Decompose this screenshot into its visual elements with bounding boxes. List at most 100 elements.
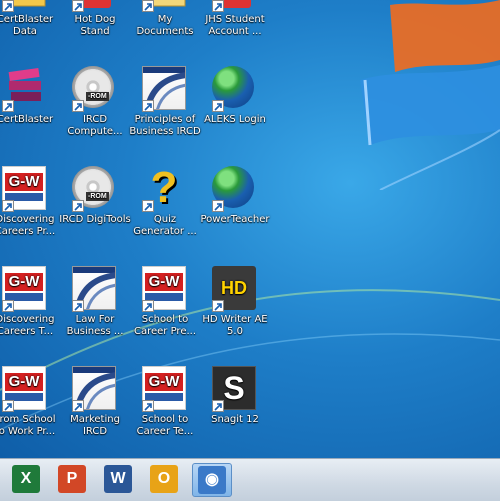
shortcut-arrow-icon xyxy=(142,400,154,412)
desktop-icon[interactable]: Marketing IRCD xyxy=(59,366,131,438)
desktop-icon-label: Hot Dog Stand xyxy=(74,14,116,37)
desktop-icon-label: CertBlaster xyxy=(0,114,54,125)
hd-writer-icon: HD xyxy=(212,266,258,312)
book-icon xyxy=(72,266,118,312)
desktop: CertBlaster Data Hot Dog Stand My Document… xyxy=(0,0,500,458)
desktop-icon-label: IRCD Compute... xyxy=(67,114,123,137)
gw-publisher-icon: G-W xyxy=(2,166,48,212)
book-icon xyxy=(72,366,118,412)
desktop-icon[interactable]: JHS Student Account ... xyxy=(199,0,271,38)
shortcut-arrow-icon xyxy=(142,0,154,12)
desktop-icon[interactable]: CertBlaster xyxy=(0,66,61,126)
desktop-icon-label: Quiz Generator ... xyxy=(133,214,197,237)
desktop-icon-label: PowerTeacher xyxy=(200,214,270,225)
desktop-icon-label: Discovering Careers Pr... xyxy=(0,214,56,237)
taskbar-button-excel[interactable]: X xyxy=(6,463,46,497)
gw-publisher-icon: G-W xyxy=(142,366,188,412)
desktop-icon[interactable]: G-W Discovering Careers Pr... xyxy=(0,166,61,238)
taskbar-button-powerpoint[interactable]: P xyxy=(52,463,92,497)
gw-text: G-W xyxy=(145,273,183,291)
desktop-icon-label: HD Writer AE 5.0 xyxy=(202,314,268,337)
rom-text: -ROM xyxy=(86,192,109,201)
excel-icon: X xyxy=(12,465,40,493)
desktop-icon-label: School to Career Te... xyxy=(136,414,194,437)
question-mark-icon: ? xyxy=(142,166,188,212)
gw-text: G-W xyxy=(145,373,183,391)
desktop-icon-label: CertBlaster Data xyxy=(0,14,54,37)
taskbar-button-eye[interactable]: ◉ xyxy=(192,463,232,497)
gw-text: G-W xyxy=(5,173,43,191)
taskbar-button-word[interactable]: W xyxy=(98,463,138,497)
shortcut-arrow-icon xyxy=(2,100,14,112)
shortcut-arrow-icon xyxy=(212,200,224,212)
word-icon: W xyxy=(104,465,132,493)
desktop-icon[interactable]: G-W School to Career Te... xyxy=(129,366,201,438)
shortcut-arrow-icon xyxy=(2,200,14,212)
cd-rom-icon: -ROM xyxy=(72,166,118,212)
desktop-icon[interactable]: S Snagit 12 xyxy=(199,366,271,426)
shortcut-arrow-icon xyxy=(212,100,224,112)
globe-icon xyxy=(212,66,258,112)
taskbar: X P W O ◉ xyxy=(0,458,500,501)
desktop-icon[interactable]: G-W From School to Work Pr... xyxy=(0,366,61,438)
windows-logo xyxy=(360,0,500,190)
gw-text: G-W xyxy=(5,273,43,291)
desktop-icon-label: From School to Work Pr... xyxy=(0,414,56,437)
shortcut-arrow-icon xyxy=(2,0,14,12)
desktop-icon[interactable]: Law For Business ... xyxy=(59,266,131,338)
taskbar-button-outlook[interactable]: O xyxy=(144,463,184,497)
shortcut-arrow-icon xyxy=(142,300,154,312)
rom-text: -ROM xyxy=(86,92,109,101)
desktop-icon[interactable]: CertBlaster Data xyxy=(0,0,61,38)
shortcut-arrow-icon xyxy=(72,100,84,112)
desktop-icon[interactable]: PowerTeacher xyxy=(199,166,271,226)
desktop-icon-label: My Documents xyxy=(136,14,194,37)
desktop-icon-label: Snagit 12 xyxy=(211,414,259,425)
powerpoint-icon: P xyxy=(58,465,86,493)
desktop-icon[interactable]: ? Quiz Generator ... xyxy=(129,166,201,238)
gw-text: G-W xyxy=(5,373,43,391)
gw-publisher-icon: G-W xyxy=(2,366,48,412)
documents-icon xyxy=(142,0,188,12)
globe-icon xyxy=(212,166,258,212)
desktop-icon[interactable]: -ROM IRCD DigiTools xyxy=(59,166,131,226)
shortcut-arrow-icon xyxy=(2,300,14,312)
shortcut-arrow-icon xyxy=(72,300,84,312)
shortcut-arrow-icon xyxy=(212,400,224,412)
desktop-icon-label: Marketing IRCD xyxy=(70,414,120,437)
shortcut-arrow-icon xyxy=(72,0,84,12)
shortcut-arrow-icon xyxy=(142,200,154,212)
desktop-icon-label: Law For Business ... xyxy=(66,314,124,337)
desktop-icon[interactable]: G-W School to Career Pre... xyxy=(129,266,201,338)
desktop-icon[interactable]: G-W Discovering Careers T... xyxy=(0,266,61,338)
desktop-icon[interactable]: -ROM IRCD Compute... xyxy=(59,66,131,138)
desktop-icon[interactable]: Principles of Business IRCD xyxy=(129,66,201,138)
desktop-icon-label: Discovering Careers T... xyxy=(0,314,55,337)
desktop-icon-label: ALEKS Login xyxy=(204,114,266,125)
shortcut-arrow-icon xyxy=(212,300,224,312)
desktop-icon-label: IRCD DigiTools xyxy=(59,214,131,225)
folder-icon xyxy=(2,0,48,12)
outlook-icon: O xyxy=(150,465,178,493)
gw-publisher-icon: G-W xyxy=(2,266,48,312)
shortcut-arrow-icon xyxy=(72,400,84,412)
app-icon xyxy=(212,0,258,12)
book-icon xyxy=(142,66,188,112)
desktop-icon-label: JHS Student Account ... xyxy=(205,14,265,37)
shortcut-arrow-icon xyxy=(142,100,154,112)
snagit-icon: S xyxy=(212,366,258,412)
shortcut-arrow-icon xyxy=(2,400,14,412)
cd-rom-icon: -ROM xyxy=(72,66,118,112)
books-stack-icon xyxy=(2,66,48,112)
gw-publisher-icon: G-W xyxy=(142,266,188,312)
shortcut-arrow-icon xyxy=(212,0,224,12)
desktop-icon[interactable]: HD HD Writer AE 5.0 xyxy=(199,266,271,338)
app-icon xyxy=(72,0,118,12)
desktop-icon[interactable]: Hot Dog Stand xyxy=(59,0,131,38)
desktop-icon-label: Principles of Business IRCD xyxy=(129,114,201,137)
eye-icon: ◉ xyxy=(198,466,226,494)
shortcut-arrow-icon xyxy=(72,200,84,212)
desktop-icon[interactable]: My Documents xyxy=(129,0,201,38)
desktop-icon[interactable]: ALEKS Login xyxy=(199,66,271,126)
desktop-icon-label: School to Career Pre... xyxy=(133,314,197,337)
